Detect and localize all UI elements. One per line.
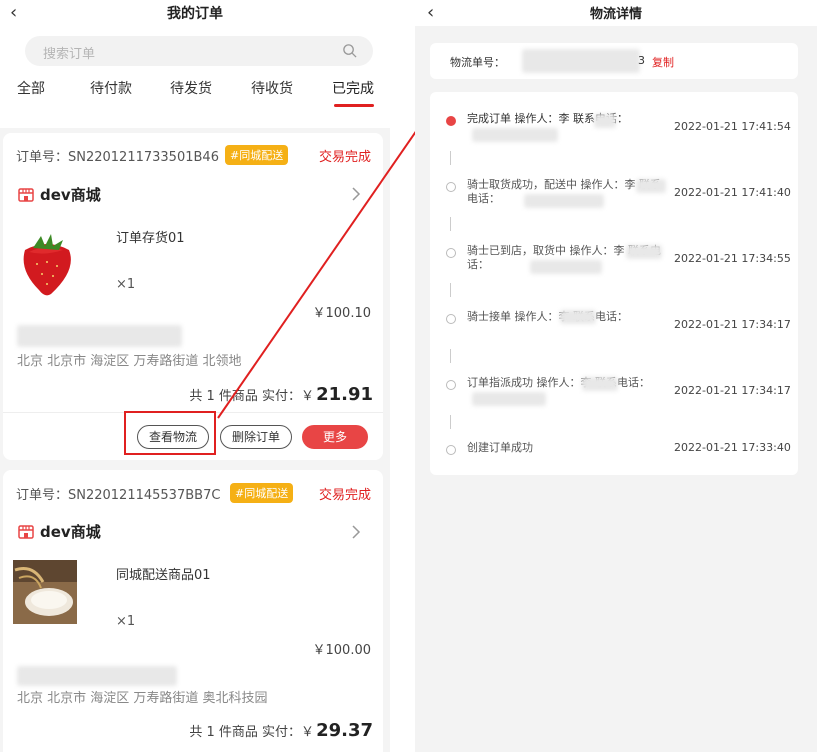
blurred-phone: [472, 128, 558, 142]
copy-button[interactable]: 复制: [652, 54, 674, 70]
status-dot-icon: [446, 314, 456, 324]
blurred-name: [636, 179, 666, 193]
status-dot-icon: [446, 445, 456, 455]
tracking-label: 物流单号：: [450, 56, 505, 69]
timeline-connector: [450, 349, 451, 363]
timeline-event: 完成订单 操作人：李 联系电话： 2022-01-21 17:41:54: [446, 112, 791, 152]
timeline-event: 骑士已到店，取货中 操作人：李 联系电话： 2022-01-21 17:34:5…: [446, 244, 791, 284]
timeline-connector: [450, 217, 451, 231]
status-dot-icon: [446, 380, 456, 390]
blurred-name: [626, 245, 662, 259]
logistics-timeline: 完成订单 操作人：李 联系电话： 2022-01-21 17:41:54 骑士取…: [430, 92, 798, 475]
timeline-event: 骑士取货成功，配送中 操作人：李 联系电话： 2022-01-21 17:41:…: [446, 178, 791, 218]
logistics-panel: ‹ 物流详情 物流单号： 3 复制 完成订单 操作人：李 联系电话： 2022-…: [415, 0, 817, 752]
event-time: 2022-01-21 17:41:54: [674, 120, 791, 133]
blurred-name: [594, 114, 616, 128]
blurred-tracking-number: [522, 49, 640, 73]
status-dot-icon: [446, 248, 456, 258]
event-text: 创建订单成功: [467, 441, 533, 454]
timeline-connector: [450, 415, 451, 429]
timeline-connector: [450, 283, 451, 297]
timeline-event: 创建订单成功 2022-01-21 17:33:40: [446, 441, 791, 461]
timeline-event: 骑士接单 操作人：李 联系电话： 2022-01-21 17:34:17: [446, 310, 791, 350]
event-text: 订单指派成功 操作人：李 联系电话：: [467, 376, 650, 389]
blurred-phone: [524, 194, 604, 208]
blurred-phone: [472, 392, 546, 406]
event-text: 完成订单 操作人：李 联系电话：: [467, 112, 628, 125]
event-time: 2022-01-21 17:34:55: [674, 252, 791, 265]
event-time: 2022-01-21 17:33:40: [674, 441, 791, 454]
blurred-name: [560, 310, 596, 324]
logistics-header: ‹ 物流详情: [415, 0, 817, 26]
timeline-event: 订单指派成功 操作人：李 联系电话： 2022-01-21 17:34:17: [446, 376, 791, 416]
status-dot-icon: [446, 182, 456, 192]
page-title: 物流详情: [589, 7, 642, 22]
tracking-number: 3: [638, 54, 645, 67]
status-dot-icon: [446, 116, 456, 126]
event-time: 2022-01-21 17:41:40: [674, 186, 791, 199]
event-time: 2022-01-21 17:34:17: [674, 384, 791, 397]
timeline-connector: [450, 151, 451, 165]
tracking-number-card: 物流单号： 3 复制: [430, 43, 798, 79]
event-time: 2022-01-21 17:34:17: [674, 318, 791, 331]
blurred-phone: [530, 260, 602, 274]
blurred-name: [582, 377, 618, 391]
